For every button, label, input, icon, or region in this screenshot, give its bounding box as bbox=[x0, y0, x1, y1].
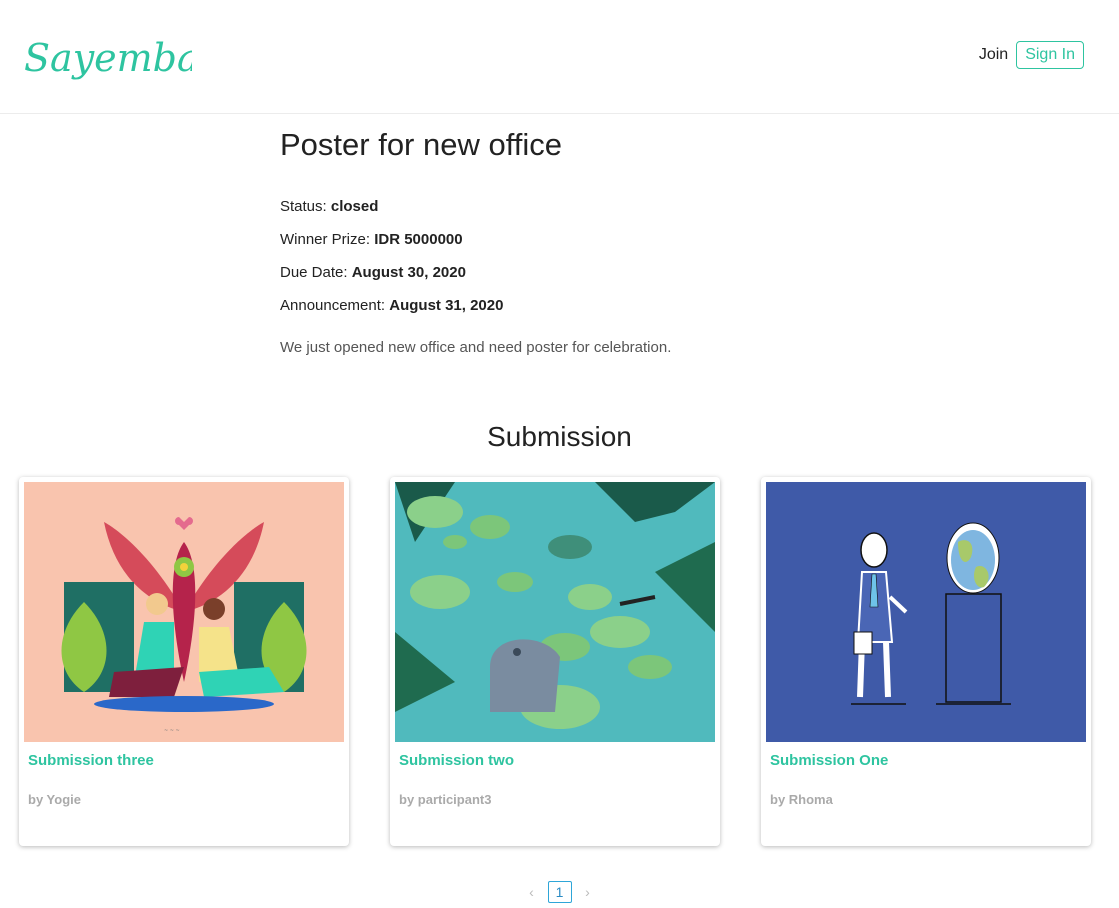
due-date-label: Due Date: bbox=[280, 264, 352, 281]
submission-author: by participant3 bbox=[399, 792, 492, 807]
submission-card[interactable]: ~ ~ ~ Submission three by Yogie bbox=[19, 477, 349, 846]
submission-title-link[interactable]: Submission One bbox=[770, 752, 888, 769]
page-title: Poster for new office bbox=[280, 127, 563, 162]
submission-section-title: Submission bbox=[487, 421, 632, 452]
due-date-line: Due Date: August 30, 2020 bbox=[280, 264, 466, 281]
top-navbar: Sayembara Join Sign In bbox=[0, 0, 1119, 114]
brand-logo[interactable]: Sayembara bbox=[22, 26, 240, 96]
chevron-left-icon[interactable]: ‹ bbox=[524, 884, 540, 900]
sayembara-logo-mark: Sayembara bbox=[24, 36, 240, 80]
contest-details: Poster for new office Status: closed Win… bbox=[280, 125, 880, 356]
announcement-value: August 31, 2020 bbox=[389, 297, 504, 314]
page-number-current[interactable]: 1 bbox=[547, 881, 572, 903]
join-link[interactable]: Join bbox=[977, 42, 1010, 68]
prize-label: Winner Prize: bbox=[280, 231, 375, 248]
status-value: closed bbox=[330, 198, 379, 215]
chevron-right-icon[interactable]: › bbox=[580, 884, 596, 900]
submission-image-man-globe[interactable] bbox=[766, 482, 1086, 742]
prize-value: IDR 5000000 bbox=[374, 231, 463, 248]
submission-card[interactable]: Submission two by participant3 bbox=[390, 477, 720, 846]
submission-author: by Yogie bbox=[28, 792, 81, 807]
pagination: ‹ 1 › bbox=[0, 881, 1119, 903]
submission-title-link[interactable]: Submission three bbox=[28, 752, 154, 769]
nav-actions: Join Sign In bbox=[977, 41, 1084, 69]
submission-image-lily-pond[interactable] bbox=[395, 482, 715, 742]
logo-text: Sayembara bbox=[24, 36, 192, 80]
submission-title-link[interactable]: Submission two bbox=[399, 752, 514, 769]
status-line: Status: closed bbox=[280, 198, 378, 215]
status-label: Status: bbox=[280, 198, 331, 215]
prize-line: Winner Prize: IDR 5000000 bbox=[280, 231, 463, 248]
submission-author: by Rhoma bbox=[770, 792, 833, 807]
announcement-label: Announcement: bbox=[280, 297, 390, 314]
due-date-value: August 30, 2020 bbox=[351, 264, 466, 281]
sign-in-button[interactable]: Sign In bbox=[1016, 41, 1084, 69]
announcement-line: Announcement: August 31, 2020 bbox=[280, 297, 503, 314]
submission-image-couple-plants[interactable]: ~ ~ ~ bbox=[24, 482, 344, 742]
contest-description: We just opened new office and need poste… bbox=[280, 339, 672, 356]
svg-text:~ ~ ~: ~ ~ ~ bbox=[164, 728, 180, 734]
submission-card[interactable]: Submission One by Rhoma bbox=[761, 477, 1091, 846]
